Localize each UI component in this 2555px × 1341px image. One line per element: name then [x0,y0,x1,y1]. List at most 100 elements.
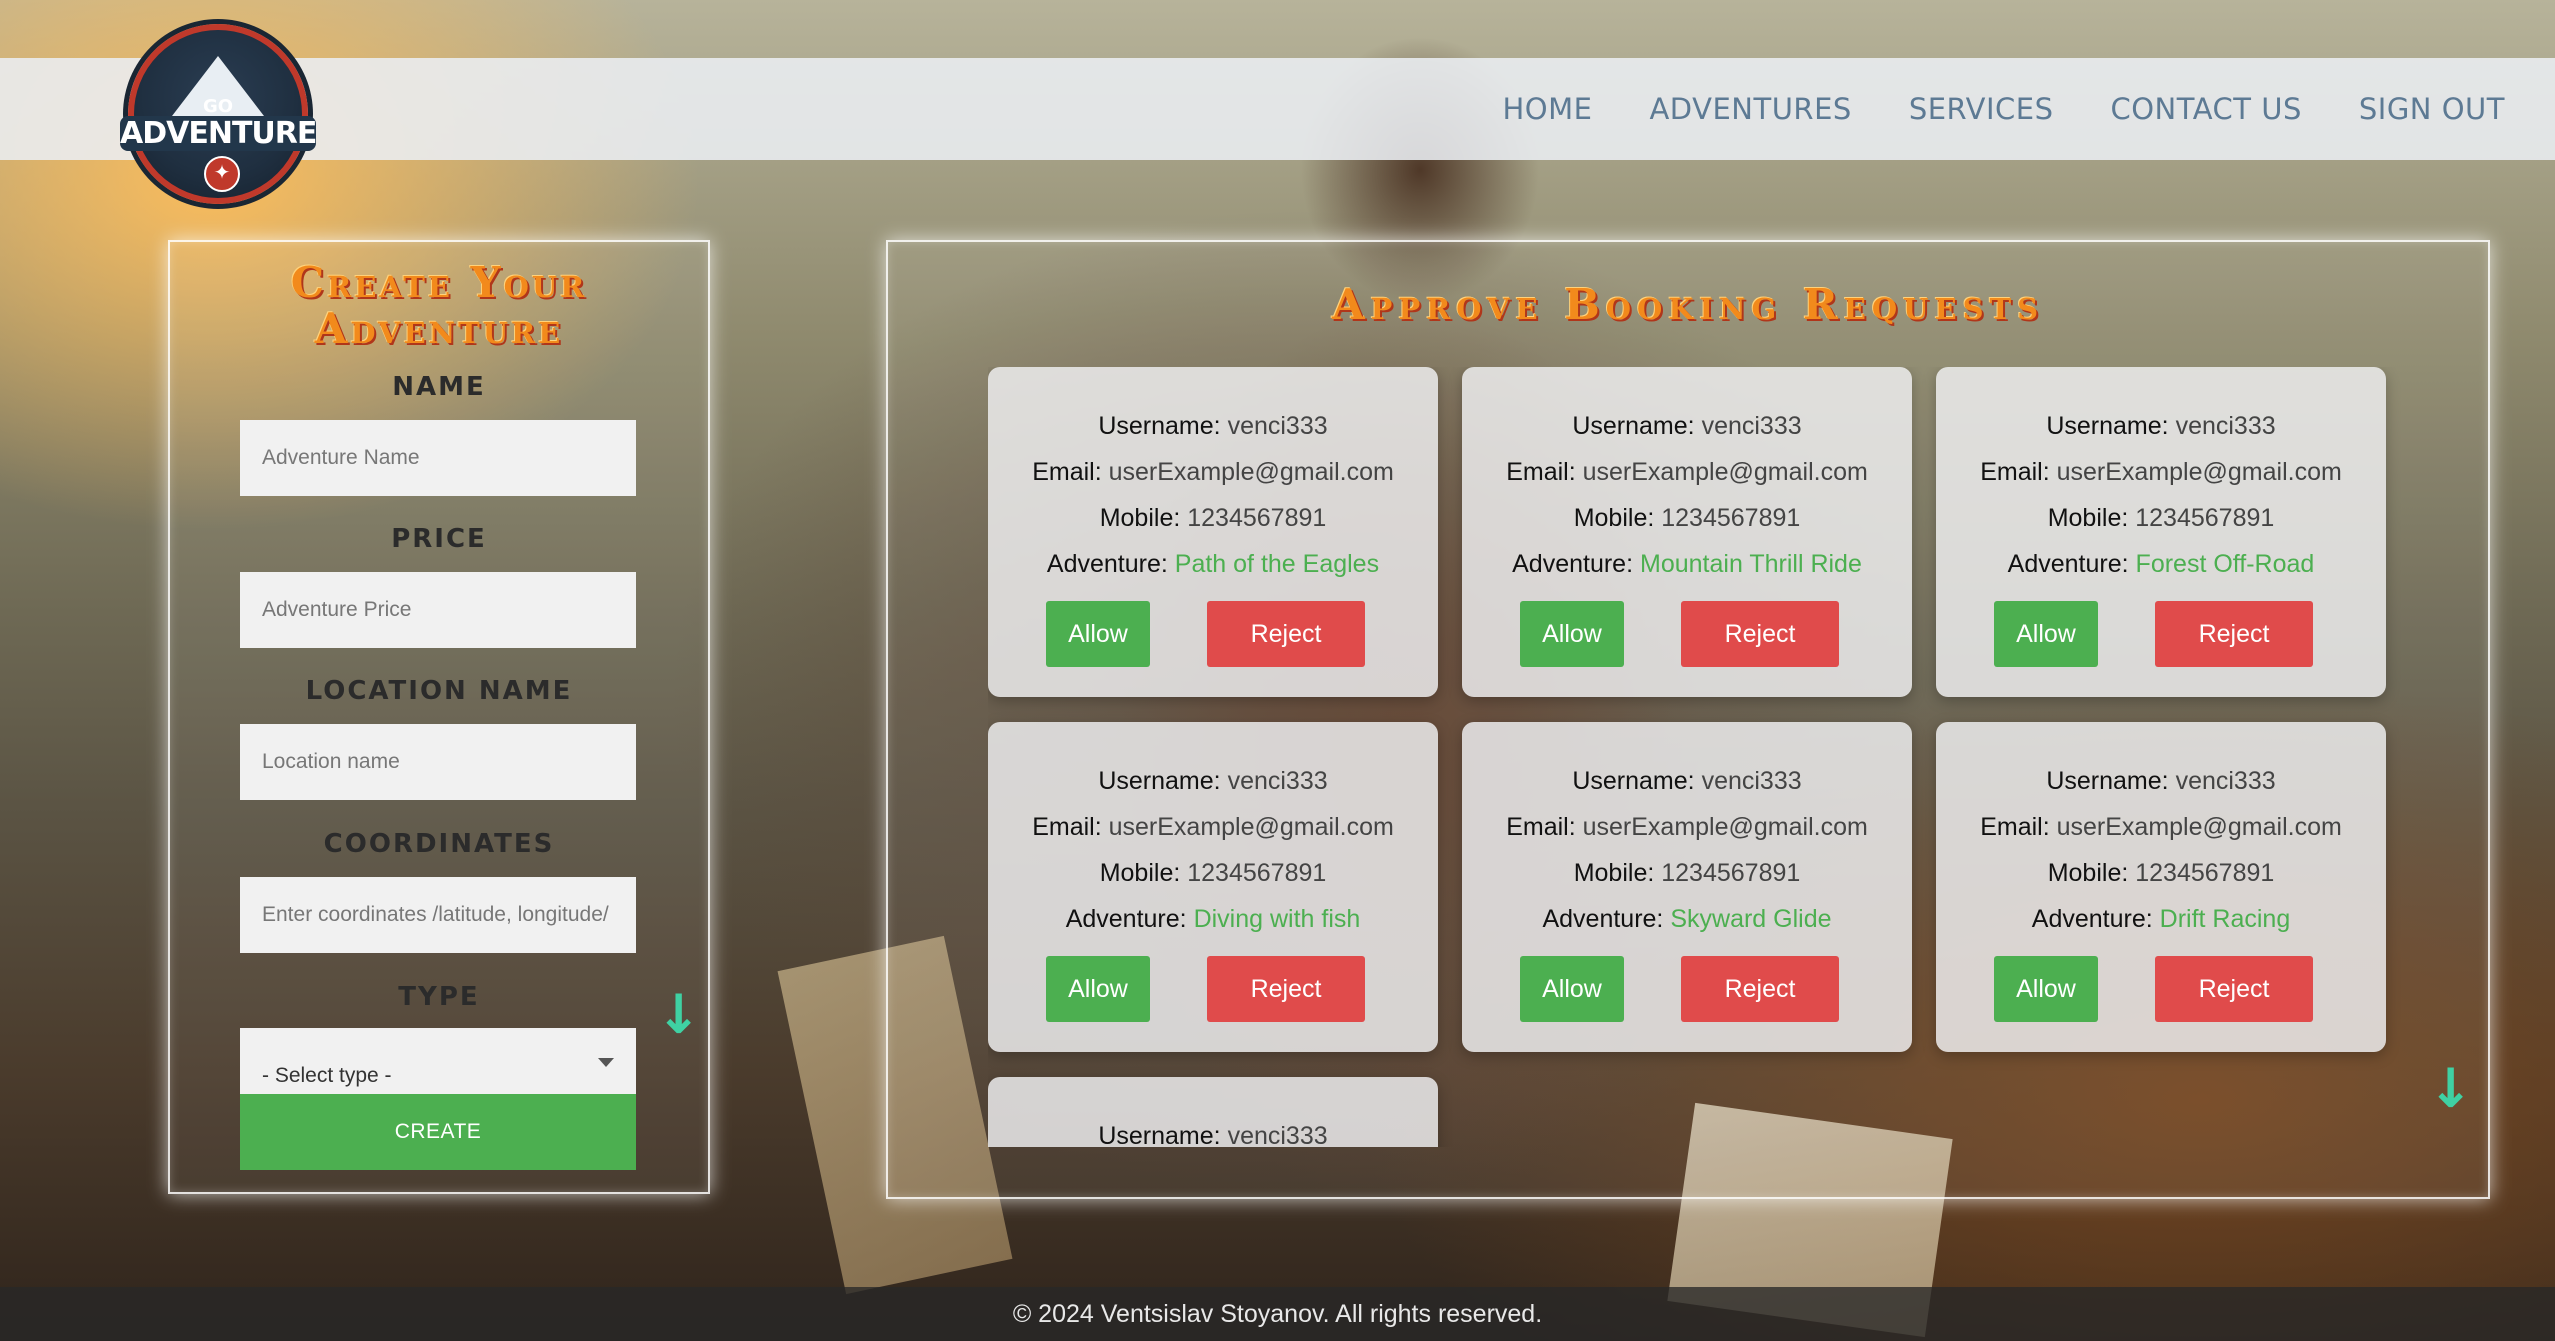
username-line: Username: venci333 [1936,758,2386,804]
reject-button[interactable]: Reject [2155,601,2313,667]
email-label: Email: [1506,458,1576,486]
mobile-line: Mobile: 1234567891 [1936,495,2386,541]
email-line: Email: userExample@gmail.com [988,804,1438,850]
adventure-line: Adventure: Forest Off-Road [1936,541,2386,587]
nav-home-link[interactable]: HOME [1502,92,1592,126]
reject-button[interactable]: Reject [1207,956,1365,1022]
username-value: venci333 [1227,1122,1328,1147]
email-label: Email: [1032,458,1102,486]
nav-adventures-link[interactable]: ADVENTURES [1649,92,1851,126]
create-form-title: Create Your Adventure [290,258,588,353]
username-line: Username: venci333 [988,1113,1438,1147]
adventure-value: Diving with fish [1193,905,1361,933]
mobile-line: Mobile: 1234567891 [1462,850,1912,896]
adventure-line: Adventure: Diving with fish [988,896,1438,942]
email-value: userExample@gmail.com [1108,458,1394,486]
mobile-label: Mobile: [1099,859,1181,887]
scroll-down-arrow-icon[interactable]: ↓ [2428,1062,2473,1116]
top-navbar: HOME ADVENTURES SERVICES CONTACT US SIGN… [0,58,2555,160]
coordinates-input[interactable] [240,877,636,953]
email-label: Email: [1980,813,2050,841]
username-value: venci333 [1227,412,1328,440]
email-label: Email: [1506,813,1576,841]
type-select[interactable]: - Select type - [240,1028,636,1096]
username-label: Username: [1098,1122,1221,1147]
allow-button[interactable]: Allow [1994,956,2098,1022]
adventure-label: Adventure: [2031,905,2153,933]
email-line: Email: userExample@gmail.com [1462,449,1912,495]
allow-button[interactable]: Allow [1520,601,1624,667]
booking-requests-panel: Approve Booking Requests Username: venci… [886,240,2490,1199]
adventure-value: Drift Racing [2159,905,2291,933]
coordinates-label: COORDINATES [323,829,555,859]
username-label: Username: [1098,412,1221,440]
nav-services-link[interactable]: SERVICES [1909,92,2054,126]
mobile-line: Mobile: 1234567891 [1936,850,2386,896]
adventure-name-input[interactable] [240,420,636,496]
create-button[interactable]: CREATE [240,1094,636,1170]
location-name-input[interactable] [240,724,636,800]
mobile-value: 1234567891 [2135,859,2275,887]
mobile-line: Mobile: 1234567891 [988,850,1438,896]
reject-button[interactable]: Reject [1681,601,1839,667]
username-label: Username: [1572,412,1695,440]
price-label: PRICE [391,524,487,554]
username-value: venci333 [1227,767,1328,795]
mobile-value: 1234567891 [1661,859,1801,887]
go-adventure-logo[interactable]: GO ADVENTURE ✦ [120,24,317,204]
email-value: userExample@gmail.com [1108,813,1394,841]
scroll-down-arrow-icon[interactable]: ↓ [656,988,701,1042]
mobile-value: 1234567891 [1661,504,1801,532]
username-value: venci333 [1701,767,1802,795]
email-value: userExample@gmail.com [2056,458,2342,486]
adventure-label: Adventure: [1065,905,1187,933]
username-label: Username: [2046,412,2169,440]
request-card: Username: venci333 Email: userExample@gm… [988,367,1438,697]
footer: © 2024 Ventsislav Stoyanov. All rights r… [0,1287,2555,1341]
email-line: Email: userExample@gmail.com [1462,804,1912,850]
requests-list[interactable]: Username: venci333 Email: userExample@gm… [988,367,2408,1147]
reject-button[interactable]: Reject [2155,956,2313,1022]
username-value: venci333 [1701,412,1802,440]
email-label: Email: [1032,813,1102,841]
requests-title: Approve Booking Requests [1331,280,2045,329]
nav-contact-link[interactable]: CONTACT US [2110,92,2301,126]
adventure-value: Mountain Thrill Ride [1640,550,1862,578]
username-label: Username: [1572,767,1695,795]
mobile-value: 1234567891 [1187,859,1327,887]
compass-icon: ✦ [204,156,240,192]
username-label: Username: [1098,767,1221,795]
nav-sign-out-link[interactable]: SIGN OUT [2359,92,2505,126]
name-label: NAME [392,372,486,402]
adventure-price-input[interactable] [240,572,636,648]
type-select-value: - Select type - [262,1064,392,1087]
username-value: venci333 [2175,412,2276,440]
email-value: userExample@gmail.com [2056,813,2342,841]
username-line: Username: venci333 [1936,403,2386,449]
request-card: Username: venci333 Email: userExample@gm… [1936,367,2386,697]
email-label: Email: [1980,458,2050,486]
allow-button[interactable]: Allow [1994,601,2098,667]
adventure-line: Adventure: Drift Racing [1936,896,2386,942]
allow-button[interactable]: Allow [1046,601,1150,667]
email-value: userExample@gmail.com [1582,813,1868,841]
adventure-label: Adventure: [2007,550,2129,578]
mobile-label: Mobile: [1573,859,1655,887]
allow-button[interactable]: Allow [1520,956,1624,1022]
type-label: TYPE [398,982,480,1012]
email-line: Email: userExample@gmail.com [988,449,1438,495]
adventure-value: Forest Off-Road [2135,550,2315,578]
mobile-line: Mobile: 1234567891 [988,495,1438,541]
request-card: Username: venci333 Email: userExample@gm… [1462,367,1912,697]
main-nav: HOME ADVENTURES SERVICES CONTACT US SIGN… [1445,58,2505,160]
allow-button[interactable]: Allow [1046,956,1150,1022]
logo-small-text: GO [202,96,234,117]
adventure-line: Adventure: Path of the Eagles [988,541,1438,587]
logo-text: ADVENTURE [120,116,317,151]
email-line: Email: userExample@gmail.com [1936,449,2386,495]
adventure-line: Adventure: Mountain Thrill Ride [1462,541,1912,587]
reject-button[interactable]: Reject [1207,601,1365,667]
copyright-text: © 2024 Ventsislav Stoyanov. All rights r… [1012,1300,1543,1328]
adventure-value: Skyward Glide [1670,905,1832,933]
reject-button[interactable]: Reject [1681,956,1839,1022]
